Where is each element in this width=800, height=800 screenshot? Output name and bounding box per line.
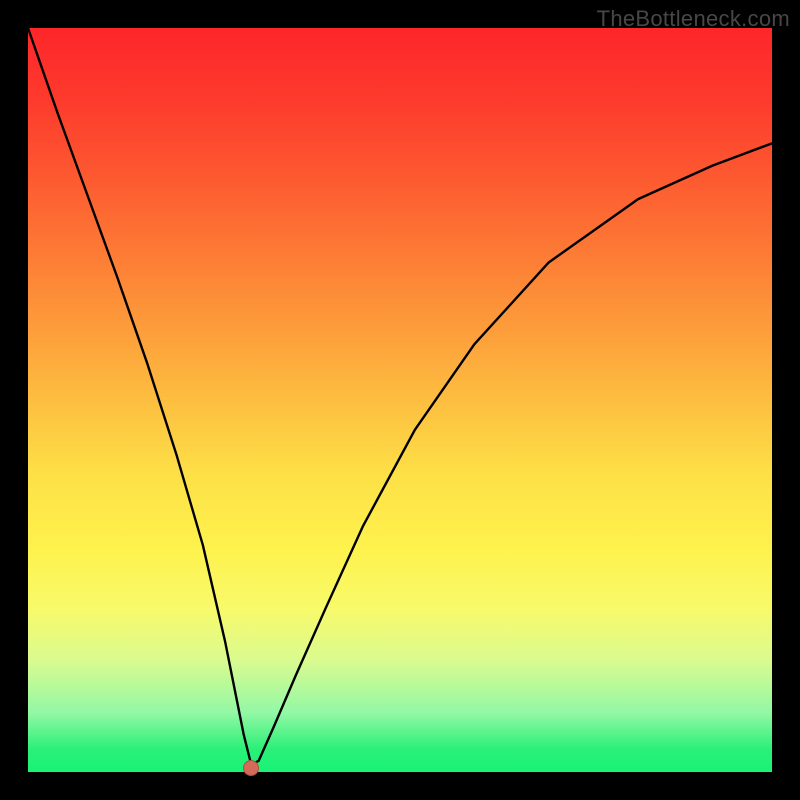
cusp-marker: [243, 760, 259, 776]
plot-area: [28, 28, 772, 772]
curve-layer: [28, 28, 772, 772]
watermark-text: TheBottleneck.com: [597, 6, 790, 32]
bottleneck-curve: [28, 28, 772, 765]
chart-frame: TheBottleneck.com: [0, 0, 800, 800]
